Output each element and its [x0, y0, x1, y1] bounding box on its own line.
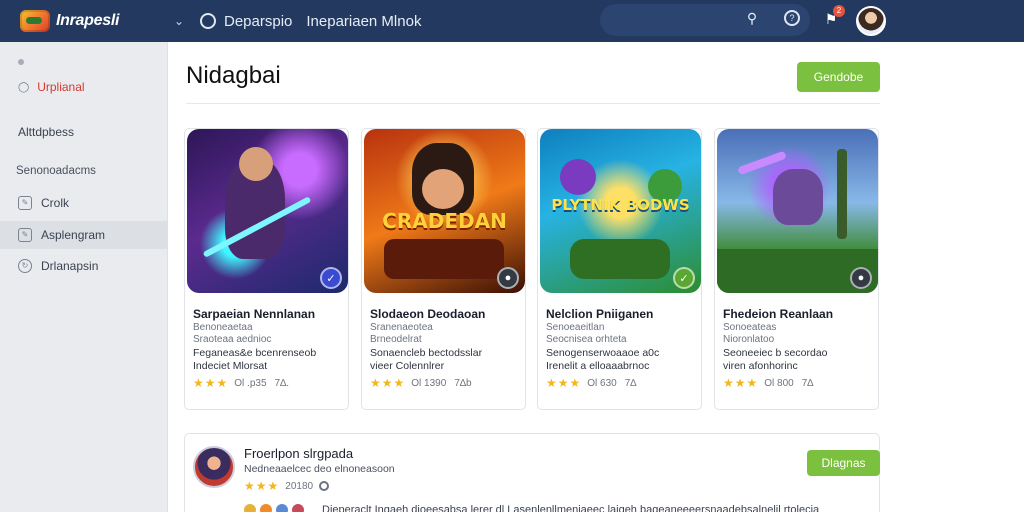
controller-badge-icon: ●: [497, 267, 519, 289]
sidebar-item-crolk[interactable]: ✎ Crolk: [0, 189, 168, 217]
card-subtitle-2: Sraoteaa aednioc: [193, 334, 272, 345]
card-title[interactable]: Nelclion Pniiganen: [546, 307, 653, 321]
chat-bubble-icon: [200, 13, 216, 29]
sidebar-item-active[interactable]: ◯ Urplianal: [18, 80, 85, 94]
card-description: Seoneeiec b secordao: [723, 347, 828, 359]
app-logo[interactable]: Inrapesli: [20, 10, 170, 32]
card-subtitle: Benoneaetaa: [193, 322, 253, 333]
user-avatar[interactable]: [856, 6, 886, 36]
sidebar-section-title: Senonoadacms: [16, 165, 96, 177]
card-subtitle: Senoeaeitlan: [546, 322, 605, 333]
sidebar-item-asplengram[interactable]: ✎ Asplengram: [0, 221, 168, 249]
sidebar-item-label: Asplengram: [41, 228, 106, 242]
game-card[interactable]: PLYTNIK BODWS ✓ Nelclion Pniiganen Senoe…: [537, 128, 702, 410]
controller-badge-icon: ●: [850, 267, 872, 289]
rating-count: Ol .p35: [234, 377, 267, 389]
featured-avatar[interactable]: [193, 446, 235, 488]
card-description-2: Irenelit a elloaaabrnoc: [546, 360, 650, 372]
game-art-title: PLYTNIK BODWS: [551, 196, 690, 214]
search-input[interactable]: [600, 4, 810, 36]
divider: [186, 103, 880, 104]
sidebar-item-label: Urplianal: [37, 80, 85, 94]
card-rating: ★★★ Ol 1390 7∆b: [370, 376, 472, 390]
star-rating-icon: ★★★: [244, 479, 280, 493]
rating-count: Ol 800: [764, 377, 794, 389]
card-description: Feganeas&e bcenrenseob: [193, 347, 317, 359]
card-subtitle: Sonoeateas: [723, 322, 777, 333]
notification-badge: 2: [833, 5, 845, 17]
featured-description-text: Dieperaclt Ingaeh dioeesabsa lerer dl La…: [322, 504, 820, 512]
refresh-icon: ↻: [18, 259, 32, 273]
card-title[interactable]: Sarpaeian Nennlanan: [193, 307, 315, 321]
pin-icon: [319, 481, 330, 491]
star-rating-icon: ★★★: [546, 376, 582, 390]
logo-icon: [20, 10, 50, 32]
star-rating-icon: ★★★: [370, 376, 406, 390]
primary-action-button[interactable]: Gendobe: [797, 62, 880, 92]
rating-extra: 7∆: [624, 377, 637, 389]
game-art-title: CRADEDAN: [382, 209, 507, 233]
card-subtitle-2: Brneodelrat: [370, 334, 422, 345]
card-description: Senogenserwoaaoe a0c: [546, 347, 660, 359]
tag-icon: ✎: [18, 228, 32, 242]
circle-icon: ◯: [18, 81, 30, 93]
rating-extra: 7∆b: [454, 377, 472, 389]
sidebar-item-label: Drlanapsin: [41, 259, 99, 273]
emoji-icon: [244, 504, 256, 512]
card-description-2: Indeciet Mlorsat: [193, 360, 268, 372]
card-title[interactable]: Slodaeon Deodaoan: [370, 307, 485, 321]
rating-count: Ol 1390: [411, 377, 447, 389]
featured-rating: ★★★ 20180: [244, 479, 330, 493]
sidebar-dot-icon: [18, 59, 24, 65]
card-description: Sonaencleb bectodsslar: [370, 347, 483, 359]
card-title[interactable]: Fhedeion Reanlaan: [723, 307, 833, 321]
star-rating-icon: ★★★: [193, 376, 229, 390]
rating-extra: 7∆.: [274, 377, 289, 389]
card-subtitle-2: Seocnisea orhteta: [546, 334, 627, 345]
card-rating: ★★★ Ol 630 7∆: [546, 376, 636, 390]
rating-count: Ol 630: [587, 377, 617, 389]
mini-icons: [244, 504, 308, 512]
featured-title[interactable]: Froerlpon slrgpada: [244, 446, 353, 461]
featured-subtitle: Nedneaaelcec deo elnoneasoon: [244, 463, 395, 475]
search-icon[interactable]: ⚲: [744, 10, 760, 26]
featured-item[interactable]: Froerlpon slrgpada Nedneaaelcec deo elno…: [184, 433, 880, 512]
star-rating-icon: ★★★: [723, 376, 759, 390]
edit-icon: ✎: [18, 196, 32, 210]
chevron-down-icon[interactable]: ⌄: [164, 14, 194, 28]
rating-count: 20180: [285, 480, 314, 492]
breadcrumb-subtitle[interactable]: Inepariaen Mlnok: [306, 13, 421, 30]
breadcrumb-title[interactable]: Deparspio: [224, 13, 292, 30]
game-card[interactable]: ✓ Sarpaeian Nennlanan Benoneaetaa Sraote…: [184, 128, 349, 410]
card-subtitle: Sranenaeotea: [370, 322, 433, 333]
featured-action-button[interactable]: Dlagnas: [807, 450, 880, 476]
page-title: Nidagbai: [186, 62, 281, 89]
check-badge-icon: ✓: [673, 267, 695, 289]
card-subtitle-2: Nioronlatoo: [723, 334, 775, 345]
sidebar: ◯ Urplianal Alttdpbess Senonoadacms ✎ Cr…: [0, 42, 168, 512]
card-description-2: viren afonhorinc: [723, 360, 798, 372]
game-card[interactable]: ● Fhedeion Reanlaan Sonoeateas Nioronlat…: [714, 128, 879, 410]
rating-extra: 7∆: [801, 377, 814, 389]
game-card[interactable]: CRADEDAN ● Slodaeon Deodaoan Sranenaeote…: [361, 128, 526, 410]
sidebar-item-2[interactable]: Alttdpbess: [18, 125, 74, 139]
emoji-icon: [260, 504, 272, 512]
featured-description: Dieperaclt Ingaeh dioeesabsa lerer dl La…: [244, 504, 874, 512]
card-rating: ★★★ Ol .p35 7∆.: [193, 376, 289, 390]
card-rating: ★★★ Ol 800 7∆: [723, 376, 813, 390]
logo-text: Inrapesli: [56, 12, 120, 29]
breadcrumb: Deparspio Inepariaen Mlnok: [194, 13, 421, 30]
help-icon[interactable]: ?: [784, 10, 800, 26]
emoji-icon: [292, 504, 304, 512]
check-badge-icon: ✓: [320, 267, 342, 289]
card-description-2: vieer Colennlrer: [370, 360, 445, 372]
emoji-icon: [276, 504, 288, 512]
sidebar-item-drlanapsin[interactable]: ↻ Drlanapsin: [0, 252, 168, 280]
sidebar-item-label: Alttdpbess: [18, 125, 75, 139]
sidebar-item-label: Crolk: [41, 196, 70, 210]
main-content: Nidagbai Gendobe ✓ Sarpaeian Nennlanan B…: [168, 42, 1024, 512]
